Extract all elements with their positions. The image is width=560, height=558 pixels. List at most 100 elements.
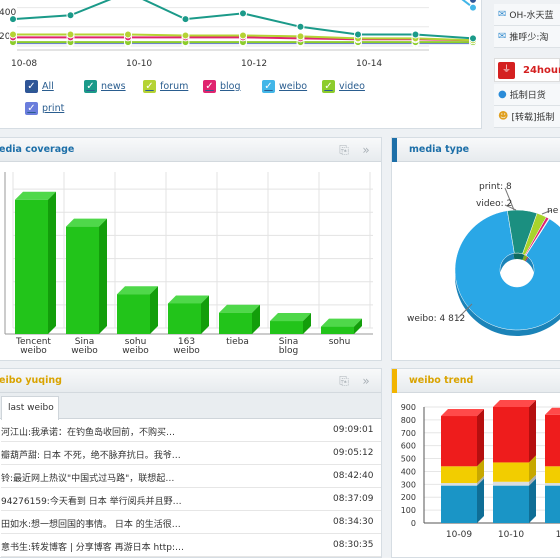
legend-label: blog bbox=[220, 81, 241, 92]
bar-segment-blue bbox=[493, 485, 529, 523]
checkbox-icon[interactable]: ✓ bbox=[25, 102, 38, 115]
sidebar-item-weibo-1[interactable]: ✉ OH-水天蓝 bbox=[494, 4, 560, 26]
y-tick-label: 200 bbox=[401, 493, 416, 502]
panel-accent bbox=[392, 138, 397, 162]
data-point-weibo bbox=[469, 3, 477, 12]
list-item[interactable]: 河江山:我承诺：在钓鱼岛收回前，不购买… 09:09:01 bbox=[1, 419, 381, 442]
bar-segment-red bbox=[493, 407, 529, 463]
weibo-trend-panel: weibo trend 900 800 700 600 500 400 300 200 100 0… bbox=[391, 368, 560, 558]
list-item-time: 08:34:30 bbox=[333, 517, 374, 527]
checkbox-icon[interactable]: ✓ bbox=[322, 80, 335, 93]
weibo-icon: ✉ bbox=[498, 31, 507, 42]
x-tick-label: 10-09 bbox=[446, 530, 472, 540]
x-tick-label: 10- bbox=[556, 530, 560, 540]
legend-item-All[interactable]: ✓ All bbox=[25, 80, 54, 93]
legend-item-news[interactable]: ✓ news bbox=[84, 80, 126, 93]
list-item-time: 09:09:01 bbox=[333, 425, 374, 435]
media-type-chart bbox=[454, 187, 560, 336]
sidebar-item-label: 推呼少:淘 bbox=[509, 33, 549, 43]
checkbox-icon[interactable]: ✓ bbox=[25, 80, 38, 93]
checkbox-icon[interactable]: ✓ bbox=[262, 80, 275, 93]
data-point-forum bbox=[296, 32, 305, 41]
legend-item-forum[interactable]: ✓ forum bbox=[143, 80, 188, 93]
bar-segment-light bbox=[545, 483, 560, 486]
y-tick-label: 100 bbox=[401, 506, 416, 515]
legend-item-video[interactable]: ✓ video bbox=[322, 80, 365, 93]
series-line-weibo bbox=[461, 0, 474, 9]
pdf-icon: ⏚ bbox=[498, 62, 515, 79]
legend-item-blog[interactable]: ✓ blog bbox=[203, 80, 241, 93]
category-label: weibo bbox=[71, 346, 98, 356]
legend-item-print[interactable]: ✓ print bbox=[25, 102, 64, 115]
data-point-news bbox=[181, 15, 190, 24]
expand-icon[interactable]: » bbox=[359, 374, 373, 388]
data-point-news bbox=[296, 22, 305, 31]
media-coverage-panel: edia coverage ⎘ » Tencent weibo Sina weibo s… bbox=[0, 137, 382, 361]
pie-label-weibo: weibo: 4 812 bbox=[407, 314, 466, 324]
bar bbox=[117, 294, 150, 334]
bar bbox=[66, 226, 99, 334]
list-item[interactable]: 铃:最近网上热议"中国式过马路"，联想起… 08:42:40 bbox=[1, 465, 381, 488]
weibo-list: 河江山:我承诺：在钓鱼岛收回前，不购买… 09:09:01 瓣葫芦甜: 日本 不… bbox=[1, 419, 381, 557]
weibo-trend-chart: 900 800 700 600 500 400 300 200 100 0 10-09 10-10 10… bbox=[401, 400, 560, 540]
bar bbox=[219, 312, 252, 334]
bar-side bbox=[150, 286, 158, 334]
panel-header: media type bbox=[392, 138, 560, 162]
list-item[interactable]: 意书生:转发博客 | 分享博客 再游日本 http:… 08:30:35 bbox=[1, 534, 381, 557]
list-item-time: 08:42:40 bbox=[333, 471, 374, 481]
y-tick-label: 300 bbox=[401, 480, 416, 489]
bar-segment-blue bbox=[545, 485, 560, 523]
x-tick-label: 10-10 bbox=[498, 530, 524, 540]
data-point-forum bbox=[181, 31, 190, 40]
list-item-text: 河江山:我承诺：在钓鱼岛收回前，不购买… bbox=[1, 428, 176, 438]
x-tick-label: 10-14 bbox=[356, 59, 382, 69]
tab-bar: last weibo bbox=[0, 393, 381, 420]
checkbox-icon[interactable]: ✓ bbox=[84, 80, 97, 93]
list-item-text: 意书生:转发博客 | 分享博客 再游日本 http:… bbox=[1, 543, 185, 553]
bar-side bbox=[529, 400, 536, 463]
tab-24hour-label: 24hour bbox=[523, 65, 560, 76]
legend-item-weibo[interactable]: ✓ weibo bbox=[262, 80, 307, 93]
legend-label: news bbox=[101, 81, 126, 92]
category-label: weibo bbox=[20, 346, 47, 356]
expand-icon[interactable]: » bbox=[359, 143, 373, 157]
sidebar-item-post-1[interactable]: ● 抵制日货 bbox=[494, 84, 560, 106]
tab-24hour[interactable]: ⏚ 24hour bbox=[494, 58, 560, 82]
y-tick-label: 600 bbox=[0, 0, 16, 2]
checkbox-icon[interactable]: ✓ bbox=[143, 80, 156, 93]
trend-legend: ✓ All ✓ news ✓ forum ✓ blog ✓ weibo ✓ video ✓ print bbox=[0, 78, 480, 118]
list-item-text: 田如水:想一想回国的事情。 日本 的生活很… bbox=[1, 520, 181, 530]
panel-title: weibo trend bbox=[409, 375, 474, 386]
bar-side bbox=[99, 218, 107, 334]
bar-top bbox=[493, 400, 536, 407]
sidebar-item-label: 抵制日货 bbox=[509, 91, 546, 101]
bar-segment-red bbox=[441, 416, 477, 467]
data-point-news bbox=[469, 34, 477, 43]
data-point-news bbox=[9, 15, 17, 24]
category-label: tieba bbox=[226, 337, 249, 347]
x-tick-label: 10-12 bbox=[241, 59, 267, 69]
checkbox-icon[interactable]: ✓ bbox=[203, 80, 216, 93]
list-item[interactable]: 瓣葫芦甜: 日本 不死，绝不脉弃抗日。我爷… 09:05:12 bbox=[1, 442, 381, 465]
export-icon[interactable]: ⎘ bbox=[337, 374, 351, 388]
export-icon[interactable]: ⎘ bbox=[337, 143, 351, 157]
legend-label: video bbox=[339, 81, 365, 92]
sidebar-item-post-2[interactable]: ☻ [转载]抵制 bbox=[494, 106, 560, 128]
y-tick-label: 800 bbox=[401, 416, 416, 425]
tab-last-weibo[interactable]: last weibo bbox=[1, 396, 59, 420]
list-item-time: 08:37:09 bbox=[333, 494, 374, 504]
bar bbox=[15, 199, 48, 334]
pie-label-ne: ne bbox=[547, 206, 559, 216]
y-tick-label: 0 bbox=[411, 519, 416, 528]
bar bbox=[270, 321, 303, 334]
media-coverage-chart: TencentweiboSinaweibosohuweibo163weiboti… bbox=[4, 172, 373, 356]
pie-label-print: print: 8 bbox=[479, 182, 512, 192]
sidebar-item-weibo-2[interactable]: ✉ 推呼少:淘 bbox=[494, 26, 560, 48]
panel-title: media type bbox=[409, 144, 470, 155]
y-tick-label: 900 bbox=[401, 403, 416, 412]
list-item[interactable]: 94276159:今天看到 日本 举行阅兵并且野… 08:37:09 bbox=[1, 488, 381, 511]
list-item[interactable]: 田如水:想一想回国的事情。 日本 的生活很… 08:34:30 bbox=[1, 511, 381, 534]
sidebar-item-label: [转载]抵制 bbox=[511, 113, 555, 123]
legend-label: print bbox=[42, 103, 65, 114]
y-tick-label: 700 bbox=[401, 429, 416, 438]
